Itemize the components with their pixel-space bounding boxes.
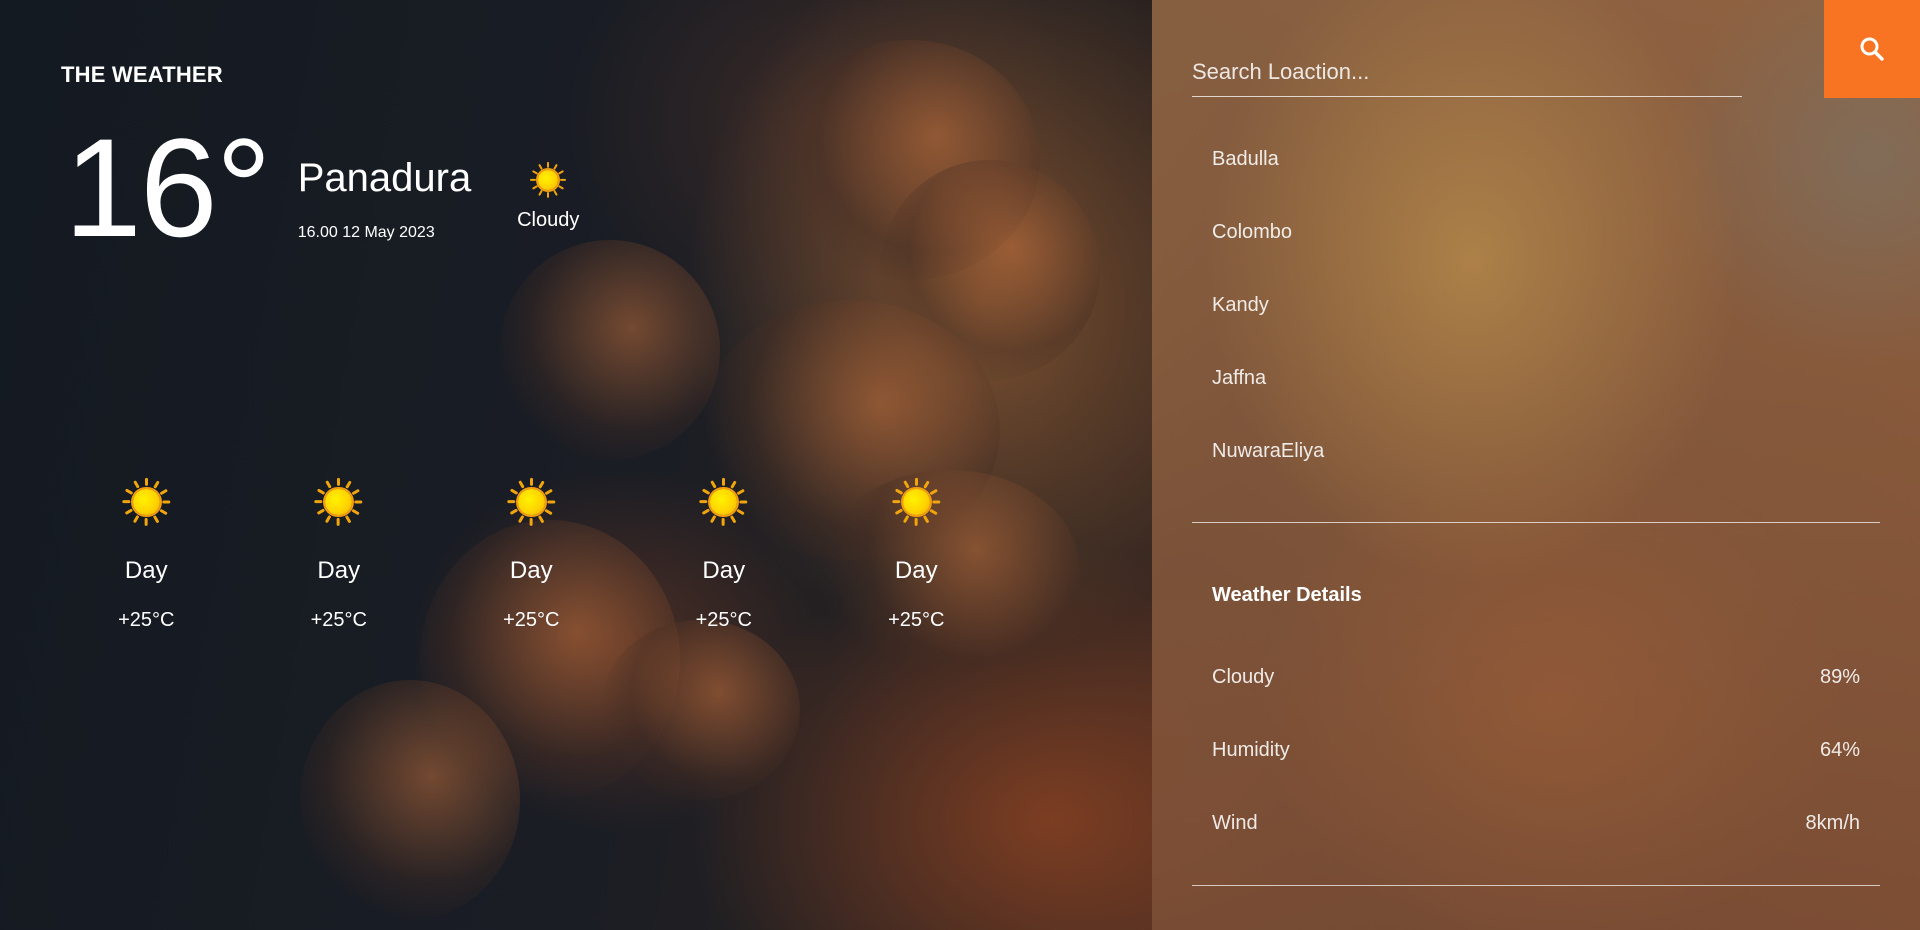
sun-icon xyxy=(122,477,171,526)
detail-row: Cloudy 89% xyxy=(1212,666,1860,739)
app-brand: THE WEATHER xyxy=(61,62,223,87)
detail-value: 8km/h xyxy=(1805,812,1860,834)
weather-details: Cloudy 89% Humidity 64% Wind 8km/h xyxy=(1212,666,1860,885)
search-input[interactable] xyxy=(1192,54,1742,90)
sun-icon xyxy=(530,161,567,198)
details-title: Weather Details xyxy=(1212,584,1362,606)
sun-icon xyxy=(314,477,363,526)
forecast-day-temp: +25°C xyxy=(888,609,945,631)
forecast-day-temp: +25°C xyxy=(503,609,560,631)
forecast-day: Day +25°C xyxy=(628,477,821,632)
forecast-row: Day +25°C Day +25°C Day +25°C Day +25°C … xyxy=(80,477,1013,632)
current-temperature: 16° xyxy=(64,109,272,266)
sun-icon xyxy=(507,477,556,526)
detail-label: Wind xyxy=(1212,812,1258,834)
location-info: Panadura 16.00 12 May 2023 xyxy=(298,158,471,242)
current-condition: Cloudy xyxy=(513,161,583,232)
forecast-day-label: Day xyxy=(894,557,938,584)
sun-icon xyxy=(699,477,748,526)
forecast-day: Day +25°C xyxy=(243,477,436,632)
forecast-day-label: Day xyxy=(509,557,553,584)
detail-label: Cloudy xyxy=(1212,666,1275,688)
current-weather: 16° Panadura 16.00 12 May 2023 Cloudy xyxy=(64,118,583,258)
search-icon xyxy=(1860,37,1884,61)
forecast-day-label: Day xyxy=(317,557,361,584)
current-datetime: 16.00 12 May 2023 xyxy=(297,224,435,241)
sun-icon xyxy=(892,477,941,526)
location-item[interactable]: Kandy xyxy=(1212,294,1324,367)
forecast-day: Day +25°C xyxy=(820,477,1013,632)
forecast-day-temp: +25°C xyxy=(310,609,367,631)
detail-label: Humidity xyxy=(1212,739,1290,761)
forecast-day: Day +25°C xyxy=(435,477,628,632)
forecast-day-label: Day xyxy=(702,557,746,584)
divider xyxy=(1192,885,1880,886)
location-item[interactable]: Colombo xyxy=(1212,221,1324,294)
search-bar xyxy=(1192,54,1742,97)
forecast-day-temp: +25°C xyxy=(695,609,752,631)
search-button[interactable] xyxy=(1824,0,1920,98)
detail-row: Wind 8km/h xyxy=(1212,812,1860,885)
detail-row: Humidity 64% xyxy=(1212,739,1860,812)
forecast-day: Day +25°C xyxy=(50,477,243,632)
location-item[interactable]: NuwaraEliya xyxy=(1212,440,1324,513)
condition-label: Cloudy xyxy=(517,209,580,231)
detail-value: 89% xyxy=(1819,666,1860,688)
location-item[interactable]: Badulla xyxy=(1212,148,1324,221)
location-item[interactable]: Jaffna xyxy=(1212,367,1324,440)
location-list: Badulla Colombo Kandy Jaffna NuwaraEliya xyxy=(1212,148,1324,513)
current-city: Panadura xyxy=(297,156,472,200)
forecast-day-label: Day xyxy=(124,557,168,584)
weather-app: THE WEATHER 16° Panadura 16.00 12 May 20… xyxy=(0,0,1920,930)
divider xyxy=(1192,522,1880,523)
detail-value: 64% xyxy=(1819,739,1860,761)
forecast-day-temp: +25°C xyxy=(118,609,175,631)
